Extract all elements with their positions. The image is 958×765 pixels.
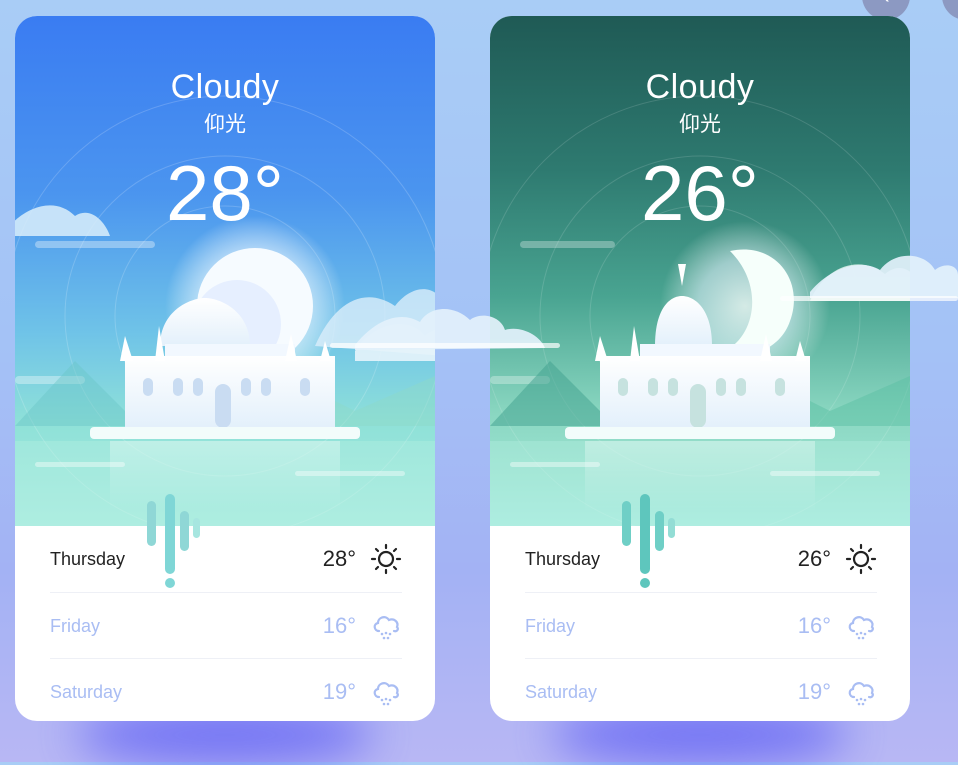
rain-cloud-icon bbox=[845, 676, 877, 708]
forecast-day: Friday bbox=[525, 615, 576, 636]
forecast-temp: 28° bbox=[322, 546, 356, 571]
location-label: 仰光 bbox=[679, 112, 721, 136]
forecast-day: Saturday bbox=[525, 681, 598, 702]
location-label: 仰光 bbox=[204, 112, 246, 136]
weather-card-night[interactable]: Cloudy 仰光 26° Thursday 26° Friday 16° Sa… bbox=[490, 16, 910, 721]
forecast-temp: 26° bbox=[797, 546, 831, 571]
forecast-list: Thursday 28° Friday 16° Saturday 19° bbox=[15, 526, 435, 721]
forecast-day: Thursday bbox=[50, 548, 126, 569]
weather-scene-illustration: Cloudy 仰光 26° bbox=[490, 16, 910, 526]
forecast-row[interactable]: Saturday 19° bbox=[525, 658, 877, 721]
forecast-day: Thursday bbox=[525, 548, 601, 569]
rain-cloud-icon bbox=[370, 676, 402, 708]
forecast-row[interactable]: Thursday 28° bbox=[50, 526, 402, 592]
sun-icon bbox=[370, 543, 402, 575]
condition-label: Cloudy bbox=[645, 68, 755, 106]
forecast-list: Thursday 26° Friday 16° Saturday 19° bbox=[490, 526, 910, 721]
forecast-row[interactable]: Thursday 26° bbox=[525, 526, 877, 592]
forecast-day: Friday bbox=[50, 615, 101, 636]
rain-cloud-icon bbox=[370, 610, 402, 642]
forecast-temp: 16° bbox=[797, 613, 831, 638]
current-temperature: 26° bbox=[641, 149, 759, 237]
forecast-temp: 19° bbox=[797, 679, 831, 704]
current-temperature: 28° bbox=[166, 149, 284, 237]
forecast-temp: 19° bbox=[322, 679, 356, 704]
weather-card-day[interactable]: Cloudy 仰光 28° Thursday 28° Friday 16° Sa… bbox=[15, 16, 435, 721]
sun-icon bbox=[845, 543, 877, 575]
forecast-day: Saturday bbox=[50, 681, 123, 702]
forecast-row[interactable]: Friday 16° bbox=[50, 592, 402, 659]
weather-scene-illustration: Cloudy 仰光 28° bbox=[15, 16, 435, 526]
next-button[interactable]: › bbox=[942, 0, 958, 20]
forecast-temp: 16° bbox=[322, 613, 356, 638]
forecast-row[interactable]: Saturday 19° bbox=[50, 658, 402, 721]
forecast-row[interactable]: Friday 16° bbox=[525, 592, 877, 659]
condition-label: Cloudy bbox=[170, 68, 280, 106]
rain-cloud-icon bbox=[845, 610, 877, 642]
